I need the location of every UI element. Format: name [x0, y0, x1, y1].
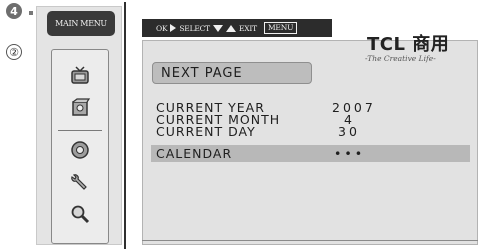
tv-icon[interactable] [61, 62, 99, 90]
menu-icon-column [51, 49, 109, 244]
step-number: ② [6, 44, 22, 60]
current-day-label: CURRENT DAY [156, 124, 256, 139]
select-hint: SELECT [179, 23, 210, 33]
calendar-label: CALENDAR [156, 146, 233, 161]
magnifier-icon[interactable] [61, 200, 99, 228]
exit-hint: EXIT [238, 23, 257, 33]
calendar-value: ••• [334, 146, 366, 161]
disc-icon[interactable] [61, 136, 99, 164]
tcl-logo: TCL 商用 -The Creative Life- [357, 28, 467, 68]
current-day-row[interactable]: CURRENT DAY 30 [156, 125, 466, 138]
panel-bottom-line [142, 240, 478, 241]
next-page-button[interactable]: NEXT PAGE [152, 62, 312, 84]
control-hint-bar: OK SELECT EXIT MENU [142, 19, 332, 37]
menu-key: MENU [263, 22, 298, 34]
arrow-down-icon [212, 24, 223, 32]
settings-box-icon[interactable] [61, 94, 99, 122]
corner-marker [29, 11, 33, 15]
step-badge: 4 [6, 3, 22, 19]
logo-brand: TCL 商用 [367, 34, 450, 55]
main-menu-title: MAIN MENU [47, 11, 115, 36]
calendar-row[interactable]: CALENDAR ••• [156, 147, 466, 160]
ok-hint: OK [156, 23, 168, 33]
panel-divider [124, 2, 126, 249]
play-right-icon [170, 24, 177, 32]
logo-tagline: -The Creative Life- [365, 54, 436, 63]
current-day-value: 30 [338, 124, 360, 139]
arrow-up-icon [225, 24, 236, 32]
wrench-icon[interactable] [61, 168, 99, 196]
icon-divider [58, 130, 102, 131]
main-menu-panel: MAIN MENU [36, 6, 122, 245]
